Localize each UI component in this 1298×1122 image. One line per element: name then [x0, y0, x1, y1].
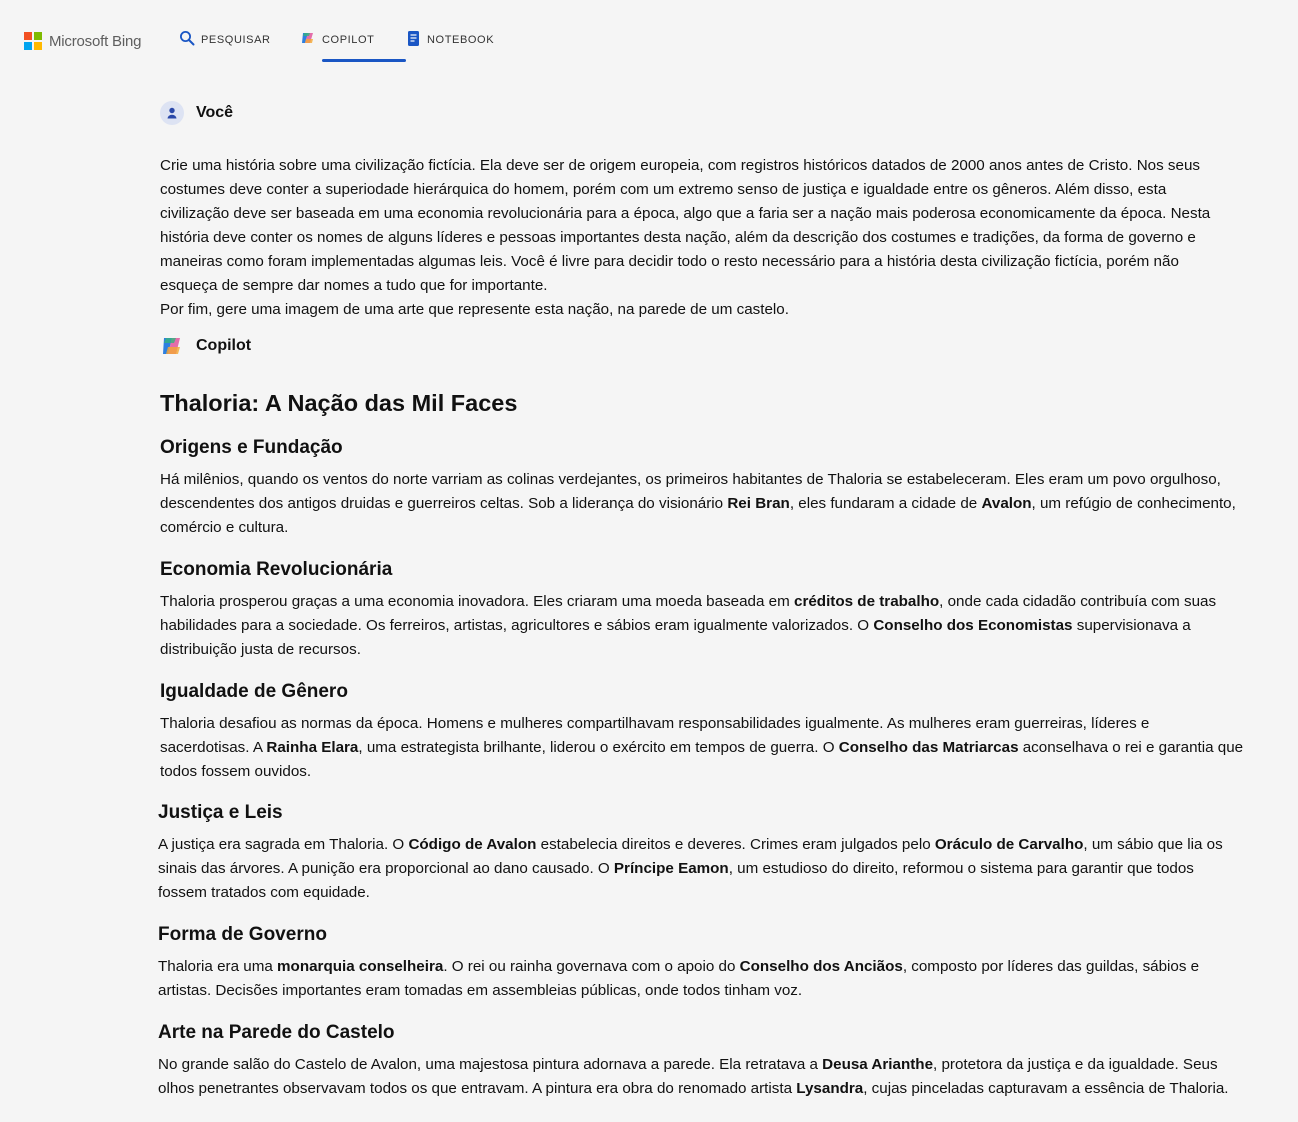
paragraph-line: olhos penetrantes observavam todos os qu…	[158, 1077, 1293, 1101]
tab-notebook[interactable]: NOTEBOOK	[407, 30, 494, 62]
text-run: descendentes dos antigos druidas e guerr…	[160, 495, 728, 512]
copilot-speaker-name: Copilot	[196, 337, 252, 354]
paragraph-line: comércio e cultura.	[160, 516, 1285, 540]
paragraph-line: sacerdotisas. A Rainha Elara, uma estrat…	[160, 736, 1285, 760]
text-run: habilidades para a sociedade. Os ferreir…	[160, 617, 874, 634]
text-run: Thaloria prosperou graças a uma economia…	[160, 593, 794, 610]
section-heading: Igualdade de Gênero	[160, 681, 348, 702]
section-body: A justiça era sagrada em Thaloria. O Cód…	[158, 833, 1283, 905]
message-line: Por fim, gere uma imagem de uma arte que…	[160, 301, 789, 318]
text-run: , eles fundaram a cidade de	[789, 495, 982, 512]
text-run: Há milênios, quando os ventos do norte v…	[160, 471, 1221, 488]
tab-copilot[interactable]: COPILOT	[300, 30, 375, 62]
bold-term: Rainha Elara	[266, 739, 359, 756]
text-run: , onde cada cidadão contribuía com suas	[939, 593, 1217, 610]
text-run: , cujas pinceladas capturavam a essência…	[863, 1080, 1229, 1097]
paragraph-line: Thaloria desafiou as normas da época. Ho…	[160, 712, 1285, 736]
bold-term: Rei Bran	[727, 495, 790, 512]
paragraph-line: distribuição justa de recursos.	[160, 638, 1285, 662]
text-run: , composto por líderes das guildas, sábi…	[902, 958, 1200, 975]
bold-term: Código de Avalon	[408, 836, 537, 853]
text-run: sacerdotisas. A	[160, 739, 267, 756]
paragraph-line: habilidades para a sociedade. Os ferreir…	[160, 614, 1285, 638]
paragraph-line: Thaloria prosperou graças a uma economia…	[160, 590, 1285, 614]
section-body: Há milênios, quando os ventos do norte v…	[160, 468, 1285, 540]
paragraph-line: sinais das árvores. A punição era propor…	[158, 857, 1283, 881]
bold-term: Conselho dos Economistas	[873, 617, 1073, 634]
text-run: Thaloria era uma	[158, 958, 278, 975]
section-heading: Justiça e Leis	[158, 802, 283, 823]
bold-term: Oráculo de Carvalho	[934, 836, 1084, 853]
message-line: esqueça de sempre dar nomes a tudo que f…	[160, 277, 548, 294]
section-heading: Arte na Parede do Castelo	[158, 1022, 395, 1043]
message-line: maneiras como foram implementadas alguma…	[160, 253, 1179, 270]
tab-label: PESQUISAR	[201, 34, 271, 46]
tab-label: NOTEBOOK	[427, 34, 495, 46]
text-run: , um sábio que lia os	[1083, 836, 1223, 853]
search-icon	[180, 31, 195, 46]
user-message-text: Crie uma história sobre uma civilização …	[160, 154, 1280, 322]
text-run: estabelecia direitos e deveres. Crimes e…	[536, 836, 935, 853]
section-body: No grande salão do Castelo de Avalon, um…	[158, 1053, 1293, 1101]
section-body: Thaloria era uma monarquia conselheira. …	[158, 955, 1283, 1003]
text-run: aconselhava o rei e garantia que	[1018, 739, 1244, 756]
active-tab-indicator	[322, 59, 406, 62]
text-run: Thaloria desafiou as normas da época. Ho…	[160, 715, 1150, 732]
notebook-icon	[408, 31, 419, 46]
text-run: distribuição justa de recursos.	[160, 641, 361, 658]
paragraph-line: A justiça era sagrada em Thaloria. O Cód…	[158, 833, 1283, 857]
paragraph-line: todos fossem ouvidos.	[160, 760, 1285, 784]
message-line: costumes deve conter a superiodade hierá…	[160, 181, 1167, 198]
paragraph-line: Há milênios, quando os ventos do norte v…	[160, 468, 1285, 492]
text-run: , protetora da justiça e da igualdade. S…	[933, 1056, 1218, 1073]
copilot-icon	[302, 33, 313, 43]
bold-term: monarquia conselheira	[277, 958, 444, 975]
paragraph-line: No grande salão do Castelo de Avalon, um…	[158, 1053, 1293, 1077]
text-run: sinais das árvores. A punição era propor…	[158, 860, 614, 877]
copilot-speaker: Copilot	[160, 334, 251, 358]
bold-term: créditos de trabalho	[794, 593, 940, 610]
bold-term: Lysandra	[796, 1080, 864, 1097]
bold-term: Príncipe Eamon	[613, 860, 729, 877]
text-run: , um refúgio de conhecimento,	[1031, 495, 1236, 512]
paragraph-line: descendentes dos antigos druidas e guerr…	[160, 492, 1285, 516]
user-speaker: Você	[160, 101, 233, 125]
paragraph-line: fossem tratados com equidade.	[158, 881, 1283, 905]
bold-term: Conselho das Matriarcas	[838, 739, 1019, 756]
user-avatar-icon	[160, 101, 184, 125]
message-line: civilização deve ser baseada em uma econ…	[160, 205, 1211, 222]
section-heading: Origens e Fundação	[160, 437, 343, 458]
microsoft-logo-icon	[24, 32, 42, 50]
text-run: todos fossem ouvidos.	[160, 763, 312, 780]
copilot-avatar-icon	[163, 338, 180, 354]
text-run: artistas. Decisões importantes eram toma…	[158, 982, 803, 999]
text-run: comércio e cultura.	[160, 519, 289, 536]
text-run: , um estudioso do direito, reformou o si…	[728, 860, 1194, 877]
tab-label: COPILOT	[322, 34, 375, 46]
bold-term: Avalon	[981, 495, 1032, 512]
message-line: Crie uma história sobre uma civilização …	[160, 157, 1201, 174]
text-run: , uma estrategista brilhante, liderou o …	[358, 739, 839, 756]
message-line: história deve conter os nomes de alguns …	[160, 229, 1196, 246]
text-run: No grande salão do Castelo de Avalon, um…	[158, 1056, 823, 1073]
response-title: Thaloria: A Nação das Mil Faces	[160, 390, 518, 416]
section-body: Thaloria desafiou as normas da época. Ho…	[160, 712, 1285, 784]
logo-text: Microsoft Bing	[49, 32, 142, 50]
tab-pesquisar[interactable]: PESQUISAR	[179, 30, 271, 62]
bold-term: Conselho dos Anciãos	[739, 958, 903, 975]
section-heading: Economia Revolucionária	[160, 559, 393, 580]
text-run: supervisionava a	[1072, 617, 1191, 634]
section-body: Thaloria prosperou graças a uma economia…	[160, 590, 1285, 662]
text-run: olhos penetrantes observavam todos os qu…	[158, 1080, 797, 1097]
text-run: fossem tratados com equidade.	[158, 884, 370, 901]
paragraph-line: Thaloria era uma monarquia conselheira. …	[158, 955, 1283, 979]
microsoft-bing-logo[interactable]: Microsoft Bing	[24, 32, 141, 50]
user-speaker-name: Você	[196, 104, 234, 121]
text-run: A justiça era sagrada em Thaloria. O	[158, 836, 409, 853]
paragraph-line: artistas. Decisões importantes eram toma…	[158, 979, 1283, 1003]
bold-term: Deusa Arianthe	[822, 1056, 934, 1073]
text-run: . O rei ou rainha governava com o apoio …	[443, 958, 740, 975]
section-heading: Forma de Governo	[158, 924, 327, 945]
top-navigation-bar: Microsoft Bing PESQUISAR COPILOT NOTEBOO…	[0, 0, 1298, 70]
